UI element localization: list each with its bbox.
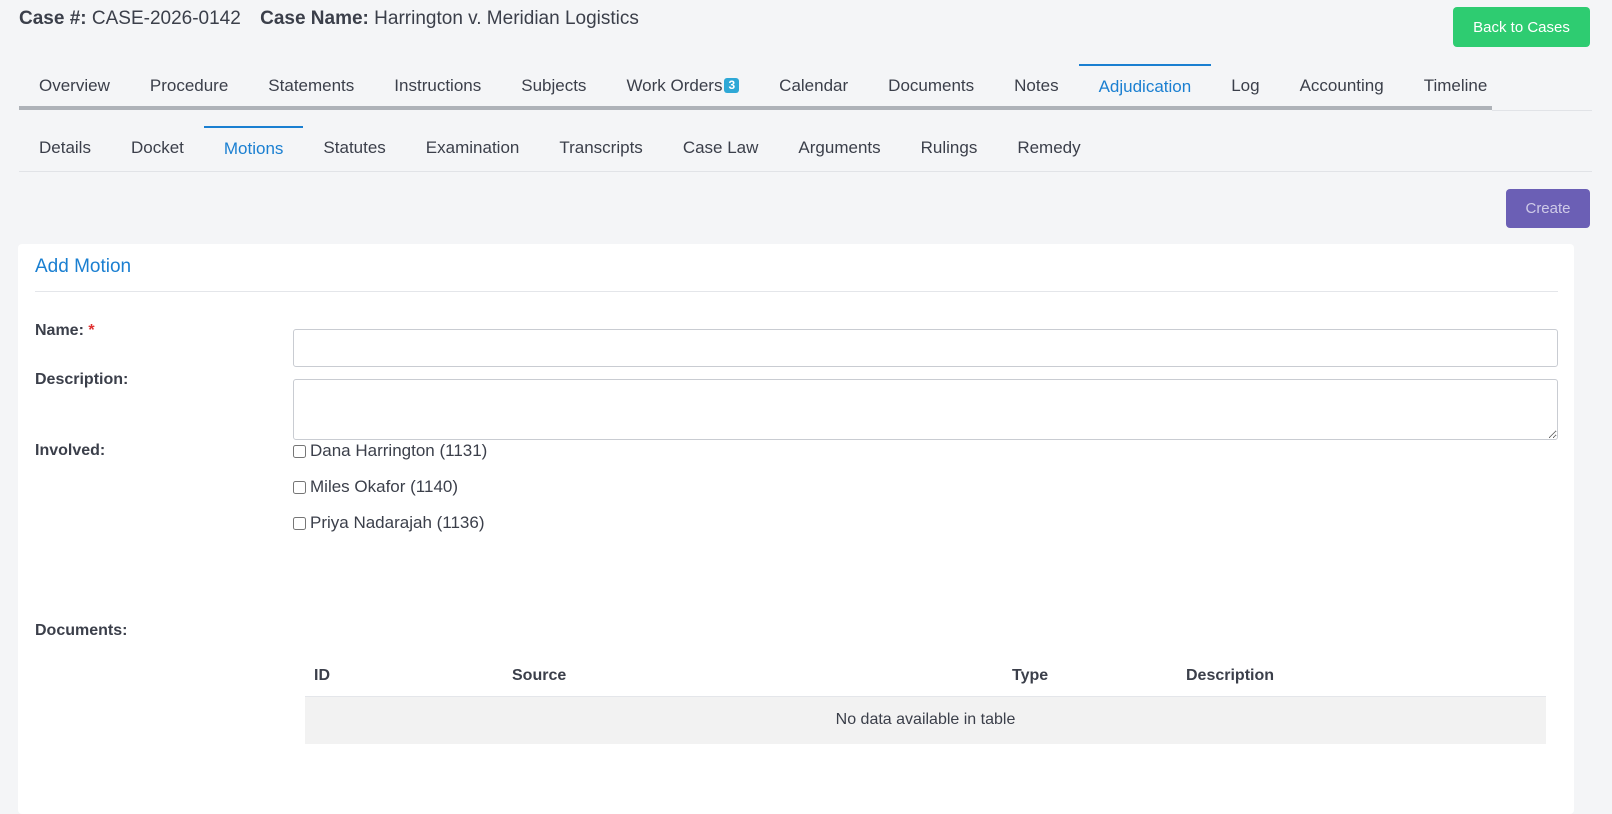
subtab-label: Details bbox=[39, 138, 91, 157]
tab-label: Adjudication bbox=[1098, 77, 1192, 96]
subtab-rulings[interactable]: Rulings bbox=[901, 126, 998, 170]
involved-option-label: Dana Harrington (1131) bbox=[310, 441, 488, 460]
tab-log[interactable]: Log bbox=[1211, 64, 1279, 108]
empty-table-message: No data available in table bbox=[305, 696, 1546, 744]
subtab-label: Examination bbox=[425, 138, 520, 157]
tab-label: Accounting bbox=[1299, 76, 1384, 95]
documents-table: ID Source Type Description No data avail… bbox=[305, 656, 1546, 744]
subtab-examination[interactable]: Examination bbox=[406, 126, 540, 170]
create-button[interactable]: Create bbox=[1506, 189, 1590, 228]
subtab-remedy[interactable]: Remedy bbox=[997, 126, 1100, 170]
tab-label: Procedure bbox=[149, 76, 229, 95]
involved-option-label: Miles Okafor (1140) bbox=[310, 477, 459, 496]
required-mark: * bbox=[88, 322, 95, 339]
table-row: No data available in table bbox=[305, 696, 1546, 744]
subtab-label: Rulings bbox=[920, 138, 978, 157]
tab-documents[interactable]: Documents bbox=[868, 64, 994, 108]
tab-calendar[interactable]: Calendar bbox=[759, 64, 868, 108]
involved-checkbox[interactable] bbox=[293, 516, 306, 530]
case-number-label: Case #: bbox=[19, 8, 87, 29]
tab-label: Statements bbox=[268, 76, 355, 95]
tab-label: Subjects bbox=[521, 76, 587, 95]
main-tabs: Overview Procedure Statements Instructions S… bbox=[19, 64, 1492, 110]
subtab-docket[interactable]: Docket bbox=[111, 126, 204, 170]
subtab-motions[interactable]: Motions bbox=[203, 126, 304, 170]
description-field[interactable] bbox=[293, 379, 1558, 440]
involved-option[interactable]: Miles Okafor (1140) bbox=[293, 477, 458, 497]
involved-option[interactable]: Priya Nadarajah (1136) bbox=[293, 513, 485, 533]
tab-label: Calendar bbox=[779, 76, 849, 95]
subtab-label: Motions bbox=[223, 139, 284, 158]
case-name: Harrington v. Meridian Logistics bbox=[374, 8, 639, 29]
subtab-arguments[interactable]: Arguments bbox=[778, 126, 900, 170]
subtab-transcripts[interactable]: Transcripts bbox=[539, 126, 662, 170]
involved-checkbox[interactable] bbox=[293, 444, 306, 458]
tabs-divider bbox=[1492, 110, 1592, 111]
tab-label: Instructions bbox=[394, 76, 482, 95]
tab-statements[interactable]: Statements bbox=[248, 64, 374, 108]
tab-subjects[interactable]: Subjects bbox=[501, 64, 606, 108]
column-header-type[interactable]: Type bbox=[1003, 656, 1177, 697]
name-label: Name: * bbox=[35, 322, 95, 340]
count-badge: 3 bbox=[724, 78, 740, 93]
subtab-label: Docket bbox=[130, 138, 184, 157]
case-header: Case #: CASE-2026-0142 Case Name: Harrin… bbox=[19, 8, 639, 30]
involved-option[interactable]: Dana Harrington (1131) bbox=[293, 441, 487, 461]
subtab-label: Case Law bbox=[682, 138, 759, 157]
tab-label: Overview bbox=[39, 76, 110, 95]
subtab-label: Transcripts bbox=[559, 138, 643, 157]
add-motion-panel: Add Motion Name: * Description: Involved… bbox=[18, 244, 1574, 814]
table-header-row: ID Source Type Description bbox=[305, 656, 1546, 697]
subtab-details[interactable]: Details bbox=[19, 126, 111, 170]
tab-procedure[interactable]: Procedure bbox=[130, 64, 248, 108]
column-header-source[interactable]: Source bbox=[503, 656, 1003, 697]
case-name-label: Case Name: bbox=[260, 8, 369, 29]
tab-label: Notes bbox=[1014, 76, 1059, 95]
sub-tabs: Details Docket Motions Statutes Examination T… bbox=[19, 126, 1592, 172]
panel-title: Add Motion bbox=[35, 256, 132, 277]
tab-timeline[interactable]: Timeline bbox=[1404, 64, 1508, 108]
case-number: CASE-2026-0142 bbox=[91, 8, 241, 29]
tab-overview[interactable]: Overview bbox=[19, 64, 130, 108]
panel-divider bbox=[35, 291, 1558, 292]
subtab-label: Arguments bbox=[798, 138, 881, 157]
name-label-text: Name: bbox=[35, 322, 84, 339]
tab-label: Work Orders bbox=[626, 76, 723, 95]
column-header-id[interactable]: ID bbox=[305, 656, 503, 697]
name-field[interactable] bbox=[293, 329, 1558, 367]
tab-instructions[interactable]: Instructions bbox=[374, 64, 501, 108]
subtab-label: Remedy bbox=[1017, 138, 1081, 157]
column-header-description[interactable]: Description bbox=[1177, 656, 1546, 697]
tab-work-orders[interactable]: Work Orders 3 bbox=[606, 64, 759, 108]
involved-label: Involved: bbox=[35, 442, 106, 459]
tab-adjudication[interactable]: Adjudication bbox=[1078, 64, 1212, 108]
back-to-cases-button[interactable]: Back to Cases bbox=[1453, 7, 1590, 47]
documents-label: Documents: bbox=[35, 622, 128, 639]
involved-checkbox[interactable] bbox=[293, 480, 306, 494]
tab-label: Log bbox=[1231, 76, 1260, 95]
subtab-case-law[interactable]: Case Law bbox=[663, 126, 779, 170]
subtab-label: Statutes bbox=[323, 138, 386, 157]
subtab-statutes[interactable]: Statutes bbox=[303, 126, 405, 170]
involved-option-label: Priya Nadarajah (1136) bbox=[310, 513, 485, 532]
description-label: Description: bbox=[35, 371, 129, 388]
tab-label: Documents bbox=[888, 76, 975, 95]
tab-accounting[interactable]: Accounting bbox=[1280, 64, 1404, 108]
tab-notes[interactable]: Notes bbox=[994, 64, 1078, 108]
tab-label: Timeline bbox=[1423, 76, 1488, 95]
